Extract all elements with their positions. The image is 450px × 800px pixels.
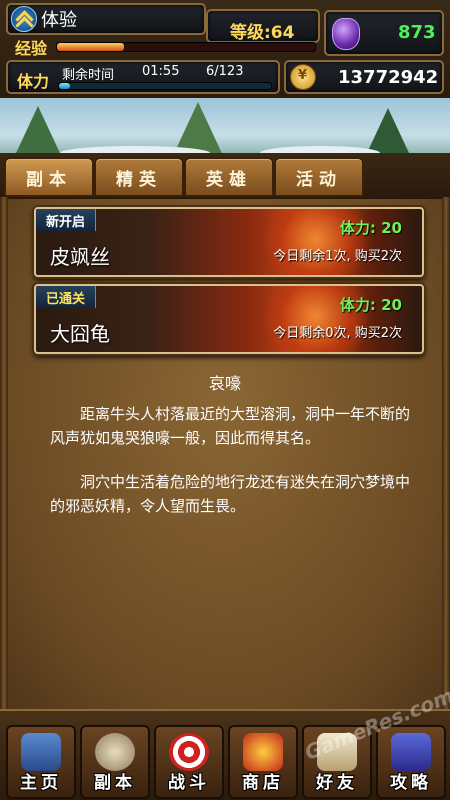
exp-label: 经验: [15, 39, 48, 58]
status-badge: 已通关: [36, 286, 97, 308]
target-icon: [169, 733, 209, 771]
scenery-banner: [0, 98, 450, 160]
nav-battle[interactable]: 战斗: [154, 725, 224, 799]
dungeon-stamina-cost: 体力: 20: [339, 219, 402, 237]
shop-icon: [243, 733, 283, 771]
nav-label: 好友: [316, 773, 358, 793]
exp-fill: [57, 43, 125, 51]
status-bar: 体验 等级:64 经验 873 体力 剩余时间 01:55 6/123 1377…: [0, 0, 450, 98]
tab-bar: 副本 精英 英雄 活动: [0, 153, 450, 197]
nav-shop[interactable]: 商店: [228, 725, 298, 799]
tree: [10, 106, 66, 160]
player-level: 等级:64: [230, 23, 295, 43]
stamina-label: 体力: [17, 72, 50, 91]
wizard-icon: [391, 733, 431, 771]
nav-guide[interactable]: 攻略: [376, 725, 446, 799]
dungeon-name: 大囧龟: [50, 322, 110, 346]
rank-icon: [11, 6, 37, 32]
nav-dungeon[interactable]: 副本: [80, 725, 150, 799]
dungeon-name: 皮飒丝: [50, 245, 110, 269]
dungeon-card[interactable]: 新开启 皮飒丝 体力: 20 今日剩余1次, 购买2次: [34, 207, 424, 277]
nav-label: 主页: [20, 773, 62, 793]
dungeon-attempts: 今日剩余1次, 购买2次: [273, 249, 402, 264]
stamina-remain-label: 剩余时间: [62, 68, 115, 83]
dungeon-stamina-cost: 体力: 20: [339, 296, 402, 314]
nav-label: 副本: [94, 773, 136, 793]
tab-dungeon[interactable]: 副本: [4, 157, 94, 197]
coin-icon: [290, 64, 316, 90]
description-paragraph: 洞穴中生活着危险的地行龙还有迷失在洞穴梦境中的邪恶妖精，令人望而生畏。: [50, 473, 411, 515]
frame-left: [0, 197, 8, 709]
gold-count: 13772942: [338, 67, 439, 88]
description-paragraph: 距离牛头人村落最近的大型溶洞，洞中一年不断的风声犹如鬼哭狼嚎一般，因此而得其名。: [50, 405, 411, 447]
dungeon-card[interactable]: 已通关 大囧龟 体力: 20 今日剩余0次, 购买2次: [34, 284, 424, 354]
stamina-timer: 01:55: [142, 64, 180, 79]
frame-right: [442, 197, 450, 709]
description-title: 哀嚎: [208, 374, 241, 393]
dungeon-attempts: 今日剩余0次, 购买2次: [273, 326, 402, 341]
nav-label: 战斗: [168, 773, 210, 793]
tab-hero[interactable]: 英雄: [184, 157, 274, 197]
nav-label: 攻略: [390, 773, 432, 793]
status-badge: 新开启: [36, 209, 97, 231]
home-icon: [21, 733, 61, 771]
gem-icon: [332, 18, 360, 50]
nav-label: 商店: [242, 773, 284, 793]
tab-elite[interactable]: 精英: [94, 157, 184, 197]
player-name: 体验: [41, 10, 77, 31]
gem-count: 873: [398, 22, 436, 43]
skull-icon: [95, 733, 135, 771]
stamina-bar: [58, 82, 272, 90]
stamina-fill: [59, 83, 70, 89]
nav-home[interactable]: 主页: [6, 725, 76, 799]
tab-event[interactable]: 活动: [274, 157, 364, 197]
stamina-count: 6/123: [206, 64, 244, 79]
exp-bar: [56, 42, 316, 52]
